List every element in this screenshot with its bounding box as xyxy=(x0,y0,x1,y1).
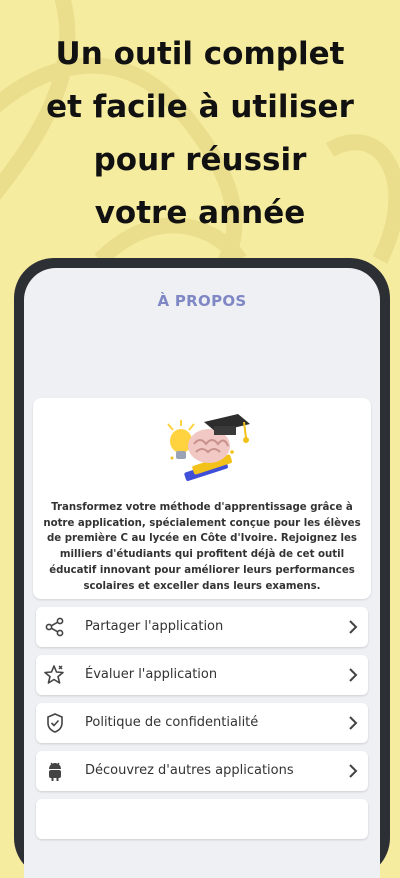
about-description: Transformez votre méthode d'apprentissag… xyxy=(43,502,361,592)
android-icon xyxy=(49,762,61,781)
other-apps-button[interactable]: Découvrez d'autres applications xyxy=(36,751,368,791)
share-icon xyxy=(45,617,64,637)
headline-line-2: et facile à utiliser xyxy=(46,89,354,125)
phone-frame: À PROPOS Transformez votre méthode d'app… xyxy=(14,258,390,878)
headline: Un outil complet et facile à utiliser po… xyxy=(0,28,400,240)
headline-line-3: pour réussir xyxy=(93,142,307,178)
menu-item-label: Politique de confidentialité xyxy=(85,715,259,730)
phone-screen: À PROPOS Transformez votre méthode d'app… xyxy=(24,268,380,878)
chevron-right-icon xyxy=(349,620,358,634)
menu-item-label: Découvrez d'autres applications xyxy=(85,763,294,778)
graduation-brain-illustration xyxy=(167,414,250,482)
shield-check-icon xyxy=(47,713,63,733)
page-title: À PROPOS xyxy=(157,292,247,310)
about-card: Transformez votre méthode d'apprentissag… xyxy=(33,398,371,599)
privacy-policy-button[interactable]: Politique de confidentialité xyxy=(36,703,368,743)
headline-line-1: Un outil complet xyxy=(55,36,345,72)
headline-line-4: votre année xyxy=(94,195,306,231)
star-icon xyxy=(44,665,64,684)
chevron-right-icon xyxy=(349,668,358,682)
menu-item-label: Évaluer l'application xyxy=(85,667,218,682)
menu-item-partial[interactable] xyxy=(36,799,368,839)
rate-app-button[interactable]: Évaluer l'application xyxy=(36,655,368,695)
share-app-button[interactable]: Partager l'application xyxy=(36,607,368,647)
chevron-right-icon xyxy=(349,764,358,778)
menu-item-label: Partager l'application xyxy=(85,619,224,634)
chevron-right-icon xyxy=(349,716,358,730)
